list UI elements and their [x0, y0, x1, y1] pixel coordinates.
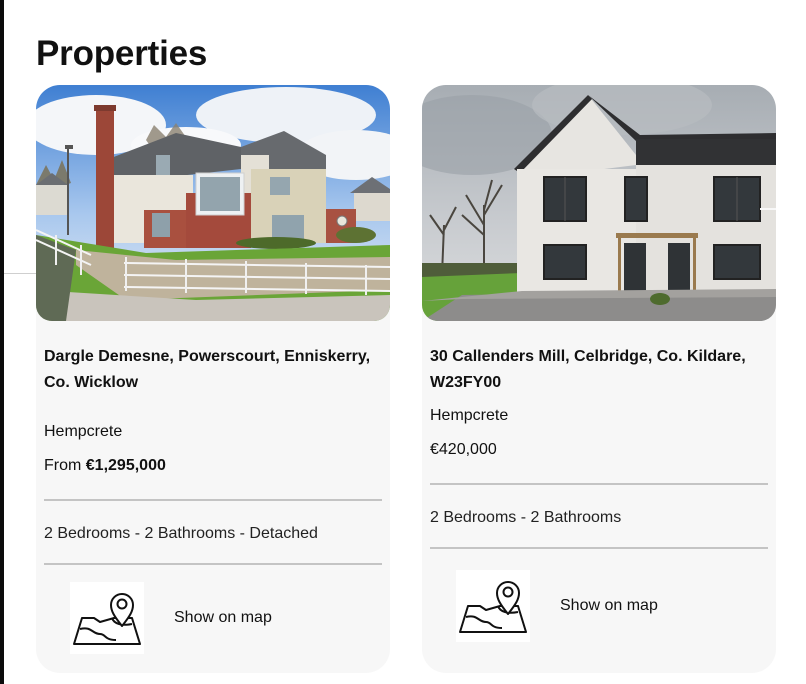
property-card: Dargle Demesne, Powerscourt, Enniskerry,…	[36, 85, 390, 673]
show-on-map-label: Show on map	[560, 597, 658, 614]
divider	[44, 499, 382, 501]
property-material: Hempcrete	[430, 407, 509, 424]
property-address[interactable]: Dargle Demesne, Powerscourt, Enniskerry,…	[44, 344, 384, 396]
page-title: Properties	[36, 34, 208, 73]
property-features: 2 Bedrooms - 2 Bathrooms - Detached	[44, 525, 318, 542]
house-photo-image	[36, 85, 390, 321]
map-pin-icon	[456, 570, 530, 642]
property-features: 2 Bedrooms - 2 Bathrooms	[430, 509, 622, 526]
house-photo-image	[422, 85, 776, 321]
show-on-map-button[interactable]: Show on map	[70, 582, 272, 654]
divider	[430, 547, 768, 549]
show-on-map-button[interactable]: Show on map	[456, 570, 658, 642]
property-photo[interactable]	[422, 85, 776, 321]
price-value: €1,295,000	[85, 457, 166, 474]
property-price: €420,000	[430, 439, 497, 461]
property-photo[interactable]	[36, 85, 390, 321]
map-pin-icon	[70, 582, 144, 654]
property-address[interactable]: 30 Callenders Mill, Celbridge, Co. Kilda…	[430, 344, 770, 396]
left-edge-bar	[0, 0, 4, 684]
property-card: 30 Callenders Mill, Celbridge, Co. Kilda…	[422, 85, 776, 673]
property-material: Hempcrete	[44, 423, 123, 440]
divider	[430, 483, 768, 485]
divider	[44, 563, 382, 565]
edge-divider	[4, 273, 36, 274]
property-price: From €1,295,000	[44, 455, 166, 477]
price-prefix: From	[44, 457, 86, 474]
price-value: €420,000	[430, 441, 497, 458]
show-on-map-label: Show on map	[174, 609, 272, 626]
